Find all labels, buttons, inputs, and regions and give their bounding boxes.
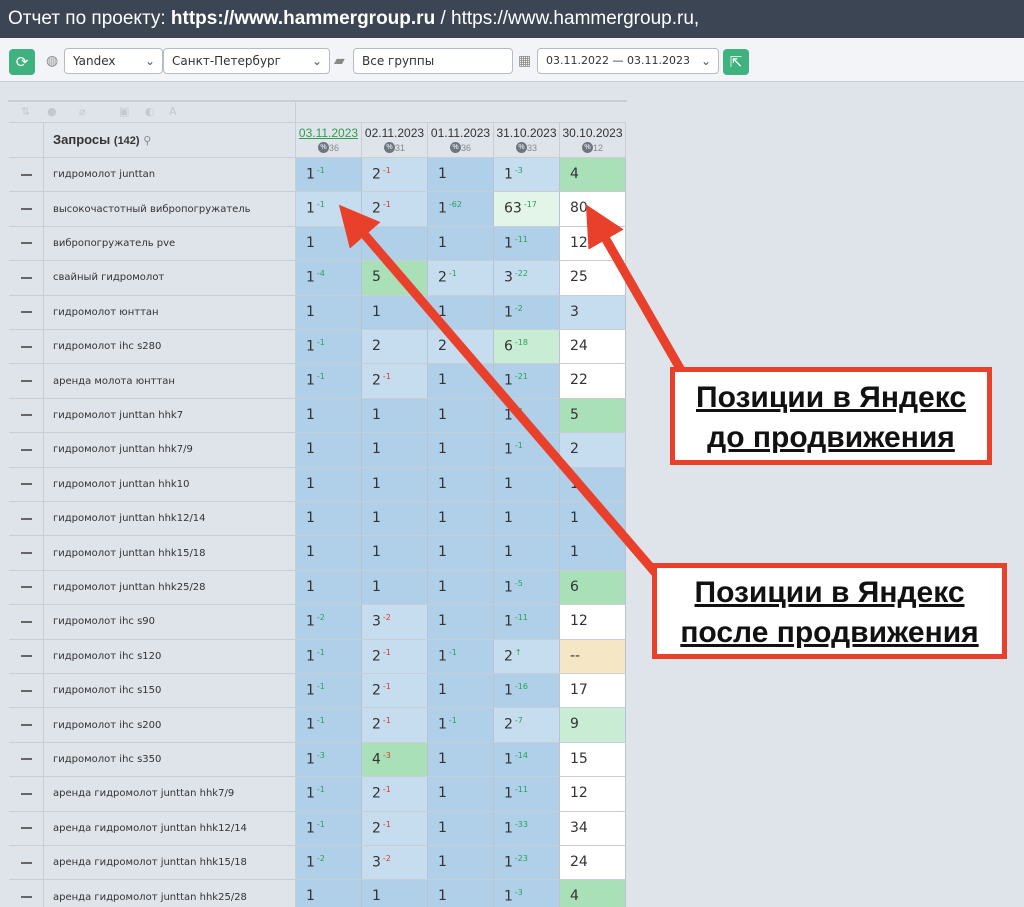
arrow-before [585, 204, 686, 375]
callout-after-line2: после продвижения [680, 616, 979, 649]
callout-before: Позиции в Яндекс до продвижения [670, 367, 992, 465]
arrow-after [338, 204, 669, 587]
callout-after-line1: Позиции в Яндекс [694, 576, 965, 609]
callout-before-line1: Позиции в Яндекс [696, 381, 966, 414]
callout-after: Позиции в Яндекс после продвижения [652, 563, 1007, 659]
callout-before-line2: до продвижения [707, 421, 955, 454]
